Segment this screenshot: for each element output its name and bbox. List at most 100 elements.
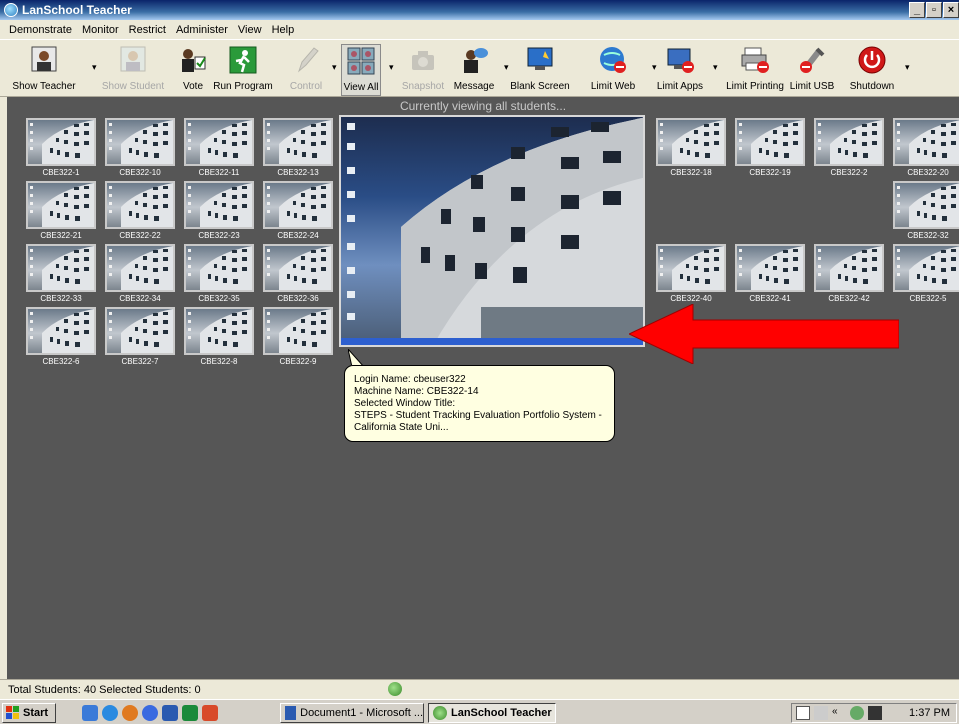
message-button[interactable]: Message xyxy=(452,44,496,96)
lanschool-tray-icon[interactable] xyxy=(850,706,864,720)
student-thumbnail[interactable] xyxy=(893,118,959,166)
limit-apps-button[interactable]: Limit Apps xyxy=(656,44,704,96)
student-tile[interactable]: CBE322-6 xyxy=(26,307,96,366)
student-tile[interactable]: CBE322-32 xyxy=(893,181,959,240)
student-thumbnail[interactable] xyxy=(26,181,96,229)
tooltip-machine: Machine Name: CBE322-14 xyxy=(354,386,479,397)
student-thumbnail[interactable] xyxy=(814,118,884,166)
title-bar[interactable]: LanSchool Teacher _ ▫ × xyxy=(0,0,959,20)
student-tile[interactable]: CBE322-23 xyxy=(184,181,254,240)
menu-administer[interactable]: Administer xyxy=(171,24,233,36)
show-teacher-dropdown-icon[interactable]: ▾ xyxy=(92,62,97,73)
student-thumbnail[interactable] xyxy=(26,244,96,292)
view-all-dropdown-icon[interactable]: ▾ xyxy=(389,62,394,73)
student-thumbnail[interactable] xyxy=(263,181,333,229)
menu-demonstrate[interactable]: Demonstrate xyxy=(4,24,77,36)
network-tray-icon[interactable] xyxy=(814,706,828,720)
student-thumbnail[interactable] xyxy=(263,307,333,355)
student-thumbnail[interactable] xyxy=(105,181,175,229)
student-tile[interactable]: CBE322-19 xyxy=(735,118,805,177)
maximize-button[interactable]: ▫ xyxy=(926,2,942,18)
student-thumbnail[interactable] xyxy=(263,118,333,166)
student-tile[interactable]: CBE322-5 xyxy=(893,244,959,303)
student-tile[interactable]: CBE322-9 xyxy=(263,307,333,366)
student-tile[interactable]: CBE322-1 xyxy=(26,118,96,177)
quicklaunch-excel-icon[interactable] xyxy=(182,705,198,721)
minimize-button[interactable]: _ xyxy=(909,2,925,18)
student-tile[interactable]: CBE322-18 xyxy=(656,118,726,177)
student-tile[interactable]: CBE322-10 xyxy=(105,118,175,177)
start-button[interactable]: start xyxy=(2,703,56,723)
student-screen-preview[interactable] xyxy=(339,115,645,347)
view-all-button[interactable]: View All xyxy=(341,44,381,96)
limit-web-button[interactable]: Limit Web xyxy=(590,44,636,96)
student-name: CBE322-10 xyxy=(119,168,161,177)
student-tile[interactable]: CBE322-36 xyxy=(263,244,333,303)
student-tile[interactable]: CBE322-34 xyxy=(105,244,175,303)
limit-printing-button[interactable]: Limit Printing xyxy=(722,44,788,96)
student-tile[interactable]: CBE322-7 xyxy=(105,307,175,366)
student-thumbnail[interactable] xyxy=(26,307,96,355)
student-tile[interactable]: CBE322-24 xyxy=(263,181,333,240)
student-thumbnail[interactable] xyxy=(105,307,175,355)
student-tile[interactable]: CBE322-2 xyxy=(814,118,884,177)
quicklaunch-word-icon[interactable] xyxy=(162,705,178,721)
menu-restrict[interactable]: Restrict xyxy=(124,24,171,36)
student-thumbnail[interactable] xyxy=(893,244,959,292)
student-thumbnail[interactable] xyxy=(814,244,884,292)
quicklaunch-desktop-icon[interactable] xyxy=(82,705,98,721)
vote-button[interactable]: Vote xyxy=(176,44,210,96)
menu-view[interactable]: View xyxy=(233,24,267,36)
close-button[interactable]: × xyxy=(943,2,959,18)
quicklaunch-media-icon[interactable] xyxy=(142,705,158,721)
student-tile[interactable]: CBE322-21 xyxy=(26,181,96,240)
student-tile[interactable]: CBE322-40 xyxy=(656,244,726,303)
student-tile[interactable]: CBE322-11 xyxy=(184,118,254,177)
quicklaunch-powerpoint-icon[interactable] xyxy=(202,705,218,721)
student-tile[interactable]: CBE322-20 xyxy=(893,118,959,177)
student-tile[interactable]: CBE322-42 xyxy=(814,244,884,303)
refresh-icon[interactable] xyxy=(388,682,402,696)
shutdown-dropdown-icon[interactable]: ▾ xyxy=(905,62,910,73)
limit-usb-button[interactable]: Limit USB xyxy=(790,44,834,96)
quicklaunch-ie-icon[interactable] xyxy=(102,705,118,721)
quicklaunch-firefox-icon[interactable] xyxy=(122,705,138,721)
student-thumbnail[interactable] xyxy=(26,118,96,166)
taskbar-lanschool[interactable]: LanSchool Teacher xyxy=(428,703,556,723)
blank-screen-button[interactable]: Blank Screen xyxy=(509,44,571,96)
student-thumbnail[interactable] xyxy=(735,118,805,166)
student-thumbnail[interactable] xyxy=(893,181,959,229)
student-thumbnail[interactable] xyxy=(735,244,805,292)
control-dropdown-icon[interactable]: ▾ xyxy=(332,62,337,73)
student-thumbnail[interactable] xyxy=(184,181,254,229)
snapshot-button[interactable]: Snapshot xyxy=(399,44,447,96)
student-thumbnail[interactable] xyxy=(656,244,726,292)
student-thumbnail[interactable] xyxy=(656,118,726,166)
student-thumbnail[interactable] xyxy=(184,244,254,292)
limit-apps-dropdown-icon[interactable]: ▾ xyxy=(713,62,718,73)
student-tile[interactable]: CBE322-13 xyxy=(263,118,333,177)
message-dropdown-icon[interactable]: ▾ xyxy=(504,62,509,73)
menu-monitor[interactable]: Monitor xyxy=(77,24,124,36)
shutdown-button[interactable]: Shutdown xyxy=(848,44,896,96)
student-name: CBE322-23 xyxy=(198,231,240,240)
student-thumbnail[interactable] xyxy=(105,118,175,166)
student-thumbnail[interactable] xyxy=(184,307,254,355)
help-tray-icon[interactable] xyxy=(796,706,810,720)
student-thumbnail[interactable] xyxy=(184,118,254,166)
student-tile[interactable]: CBE322-8 xyxy=(184,307,254,366)
taskbar-word-document[interactable]: Document1 - Microsoft ... xyxy=(280,703,424,723)
student-tile[interactable]: CBE322-35 xyxy=(184,244,254,303)
security-tray-icon[interactable] xyxy=(868,706,882,720)
student-tile[interactable]: CBE322-41 xyxy=(735,244,805,303)
student-tile[interactable]: CBE322-22 xyxy=(105,181,175,240)
menu-help[interactable]: Help xyxy=(267,24,300,36)
student-thumbnail[interactable] xyxy=(263,244,333,292)
show-student-button[interactable]: Show Student xyxy=(102,44,164,96)
expand-tray-icon[interactable]: « xyxy=(832,706,846,720)
control-button[interactable]: Control xyxy=(286,44,326,96)
show-teacher-button[interactable]: Show Teacher xyxy=(12,44,76,96)
student-tile[interactable]: CBE322-33 xyxy=(26,244,96,303)
student-thumbnail[interactable] xyxy=(105,244,175,292)
run-program-button[interactable]: Run Program xyxy=(212,44,274,96)
